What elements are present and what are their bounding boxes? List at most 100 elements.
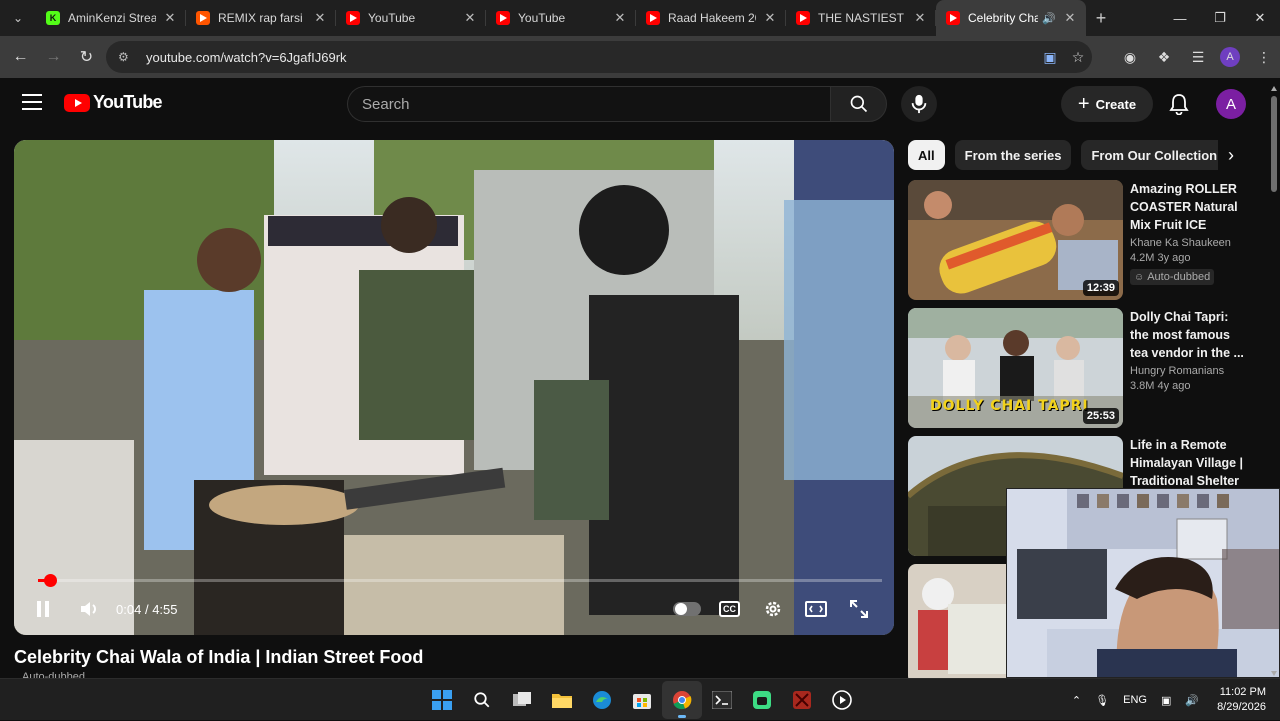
theater-icon — [804, 601, 827, 617]
video-thumbnail[interactable]: 12:39 — [908, 180, 1123, 300]
volume-button[interactable] — [66, 589, 112, 629]
recommendation-title[interactable]: Life in a Remote Himalayan Village | Tra… — [1130, 436, 1250, 490]
recommendation-meta: Amazing ROLLER COASTER Natural Mix Fruit… — [1130, 180, 1250, 285]
extension-circle-icon[interactable]: ◉ — [1114, 49, 1146, 66]
windows-start-icon[interactable] — [422, 681, 462, 719]
filter-chip[interactable]: From Our Collection — [1081, 140, 1228, 170]
voice-search-button[interactable] — [901, 86, 937, 122]
task-view-icon[interactable] — [502, 681, 542, 719]
network-icon[interactable]: ▣ — [1161, 694, 1171, 707]
browser-tab[interactable]: YouTube ✕ — [336, 0, 486, 36]
new-tab-plus-icon[interactable]: + — [1086, 8, 1116, 29]
dota-game-icon[interactable] — [782, 681, 822, 719]
microsoft-store-icon[interactable] — [622, 681, 662, 719]
tab-close-icon[interactable]: ✕ — [162, 10, 178, 26]
browser-tab[interactable]: K AminKenzi Stream ✕ — [36, 0, 186, 36]
file-explorer-icon[interactable] — [542, 681, 582, 719]
media-control-icon[interactable]: ☰ — [1182, 49, 1214, 66]
back-arrow-icon[interactable]: ← — [4, 41, 37, 73]
tab-close-icon[interactable]: ✕ — [912, 10, 928, 26]
autoplay-switch-icon — [672, 602, 701, 616]
tab-close-icon[interactable]: ✕ — [762, 10, 778, 26]
notifications-bell-icon[interactable] — [1165, 92, 1193, 116]
profile-avatar-small[interactable]: A — [1220, 47, 1240, 67]
theater-mode-button[interactable] — [794, 589, 837, 629]
maximize-icon[interactable]: ❐ — [1200, 0, 1240, 36]
menu-hamburger-icon[interactable] — [22, 94, 42, 115]
url-text[interactable]: youtube.com/watch?v=6JgafIJ69rk — [146, 50, 1036, 65]
search-button[interactable] — [830, 86, 887, 122]
video-title: Celebrity Chai Wala of India | Indian St… — [14, 647, 424, 667]
terminal-icon[interactable] — [702, 681, 742, 719]
tab-audio-icon[interactable]: 🔊 — [1042, 12, 1056, 25]
android-studio-icon[interactable] — [742, 681, 782, 719]
recommendation-meta: Life in a Remote Himalayan Village | Tra… — [1130, 436, 1250, 490]
tray-overflow-chevron-icon[interactable]: ⌃ — [1072, 694, 1081, 707]
browser-tab[interactable]: Celebrity Chai 🔊 ✕ — [936, 0, 1086, 36]
create-button[interactable]: + Create — [1061, 86, 1153, 122]
taskbar-search-icon[interactable] — [462, 681, 502, 719]
input-language[interactable]: ENG — [1123, 694, 1147, 706]
youtube-logo[interactable]: YouTube — [64, 92, 163, 113]
search-placeholder: Search — [362, 95, 410, 113]
autoplay-toggle[interactable] — [665, 589, 708, 629]
progress-bar[interactable] — [38, 574, 882, 587]
channel-name[interactable]: Hungry Romanians — [1130, 365, 1250, 377]
browser-menu-icon[interactable]: ⋮ — [1248, 49, 1280, 66]
fullscreen-icon — [849, 600, 868, 618]
filter-chip[interactable]: From the series — [954, 140, 1072, 170]
tab-close-icon[interactable]: ✕ — [312, 10, 328, 26]
extensions-puzzle-icon[interactable]: ❖ — [1148, 49, 1180, 66]
player-controls-right: CC — [665, 589, 880, 629]
recommendation-title[interactable]: Dolly Chai Tapri: the most famous tea ve… — [1130, 308, 1250, 362]
webcam-overlay — [1006, 488, 1280, 678]
scrollbar-thumb[interactable] — [1271, 96, 1277, 192]
chips-next-chevron-icon[interactable]: › — [1218, 140, 1244, 170]
address-bar[interactable]: ⚙ youtube.com/watch?v=6JgafIJ69rk ▣ ☆ — [106, 41, 1092, 73]
site-info-icon[interactable]: ⚙ — [118, 50, 136, 64]
browser-tab[interactable]: REMIX rap farsi re ✕ — [186, 0, 336, 36]
clock-date: 8/29/2026 — [1217, 701, 1266, 713]
youtube-header: YouTube Search + Create A — [0, 78, 1280, 130]
browser-tab[interactable]: Raad Hakeem 202 ✕ — [636, 0, 786, 36]
filter-chip[interactable]: All — [908, 140, 945, 170]
tab-close-icon[interactable]: ✕ — [612, 10, 628, 26]
youtube-play-logo-icon — [64, 93, 90, 112]
scroll-down-arrow-icon[interactable] — [1271, 671, 1277, 676]
account-avatar[interactable]: A — [1216, 89, 1246, 119]
page-scrollbar[interactable] — [1268, 86, 1280, 676]
subtitles-button[interactable]: CC — [708, 589, 751, 629]
scroll-up-arrow-icon[interactable] — [1271, 86, 1277, 91]
tray-microphone-icon[interactable]: 🎙 — [1095, 694, 1109, 707]
clock[interactable]: 11:02 PM 8/29/2026 — [1217, 685, 1266, 715]
media-player-icon[interactable] — [822, 681, 862, 719]
browser-tab[interactable]: THE NASTIEST Ind ✕ — [786, 0, 936, 36]
search-input[interactable]: Search — [347, 86, 830, 122]
fullscreen-button[interactable] — [837, 589, 880, 629]
install-app-icon[interactable]: ▣ — [1036, 49, 1064, 66]
video-stats: 3.8M 4y ago — [1130, 380, 1191, 392]
badge-label: Auto-dubbed — [1147, 271, 1211, 283]
video-player[interactable]: 0:04 / 4:55 CC — [14, 140, 894, 635]
forward-arrow-icon[interactable]: → — [37, 41, 70, 73]
reload-icon[interactable]: ↻ — [70, 41, 103, 73]
bookmark-star-icon[interactable]: ☆ — [1064, 49, 1092, 66]
browser-tab[interactable]: YouTube ✕ — [486, 0, 636, 36]
video-thumbnail[interactable]: DOLLY CHAI TAPRI 25:53 — [908, 308, 1123, 428]
close-window-icon[interactable]: ✕ — [1240, 0, 1280, 36]
volume-tray-icon[interactable]: 🔊 — [1185, 694, 1199, 707]
settings-button[interactable] — [751, 589, 794, 629]
tab-close-icon[interactable]: ✕ — [1062, 10, 1078, 26]
channel-name[interactable]: Khane Ka Shaukeen — [1130, 237, 1250, 249]
recommendation-item[interactable]: DOLLY CHAI TAPRI 25:53 Dolly Chai Tapri:… — [908, 308, 1248, 428]
tab-close-icon[interactable]: ✕ — [462, 10, 478, 26]
time-display: 0:04 / 4:55 — [116, 602, 178, 617]
chrome-icon[interactable] — [662, 681, 702, 719]
tab-search-chevron-icon[interactable]: ⌄ — [0, 0, 36, 36]
edge-browser-icon[interactable] — [582, 681, 622, 719]
recommendation-item[interactable]: 12:39 Amazing ROLLER COASTER Natural Mix… — [908, 180, 1248, 300]
recommendation-title[interactable]: Amazing ROLLER COASTER Natural Mix Fruit… — [1130, 180, 1250, 234]
window-controls: — ❐ ✕ — [1160, 0, 1280, 36]
minimize-icon[interactable]: — — [1160, 0, 1200, 36]
pause-button[interactable] — [20, 589, 66, 629]
